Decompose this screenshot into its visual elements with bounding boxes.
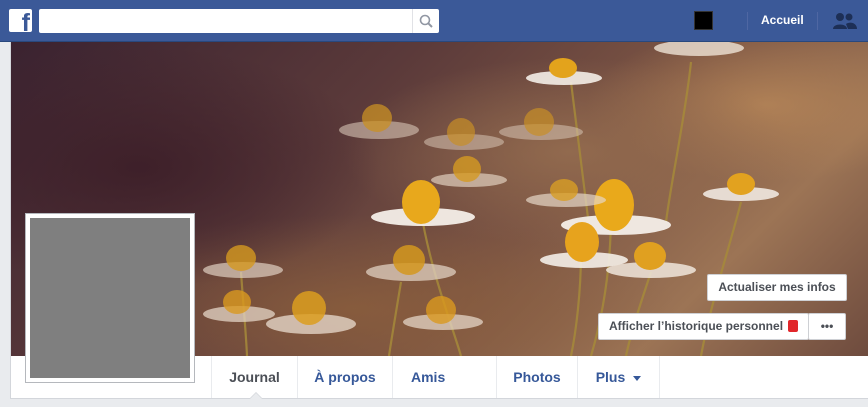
tab-about[interactable]: À propos bbox=[297, 356, 392, 398]
tab-friends[interactable]: Amis bbox=[392, 356, 496, 398]
update-info-button[interactable]: Actualiser mes infos bbox=[707, 274, 847, 301]
logo-letter: f bbox=[21, 9, 30, 33]
tab-more[interactable]: Plus bbox=[577, 356, 660, 398]
home-link[interactable]: Accueil bbox=[761, 13, 804, 27]
tab-photos[interactable]: Photos bbox=[496, 356, 577, 398]
app-icon[interactable] bbox=[694, 11, 713, 30]
search-icon bbox=[419, 14, 433, 28]
search-button[interactable] bbox=[412, 9, 439, 33]
search-box bbox=[39, 9, 439, 33]
friends-icon[interactable] bbox=[832, 12, 858, 30]
notification-badge-icon bbox=[788, 319, 799, 332]
search-input[interactable] bbox=[39, 9, 409, 33]
active-tab-pointer bbox=[249, 392, 263, 399]
profile-picture[interactable] bbox=[25, 213, 195, 383]
avatar bbox=[30, 218, 190, 378]
nav-divider bbox=[817, 12, 818, 30]
top-navigation-bar: f Accueil bbox=[0, 0, 868, 42]
nav-divider bbox=[747, 12, 748, 30]
activity-log-button[interactable]: Afficher l’historique personnel bbox=[598, 313, 809, 340]
tab-more-label: Plus bbox=[595, 369, 626, 385]
more-options-button[interactable]: ••• bbox=[808, 313, 846, 340]
activity-log-label: Afficher l’historique personnel bbox=[609, 319, 784, 333]
facebook-logo-icon[interactable]: f bbox=[9, 9, 32, 32]
profile-header: Actualiser mes infos Afficher l’historiq… bbox=[10, 42, 868, 399]
chevron-down-icon bbox=[633, 375, 642, 381]
